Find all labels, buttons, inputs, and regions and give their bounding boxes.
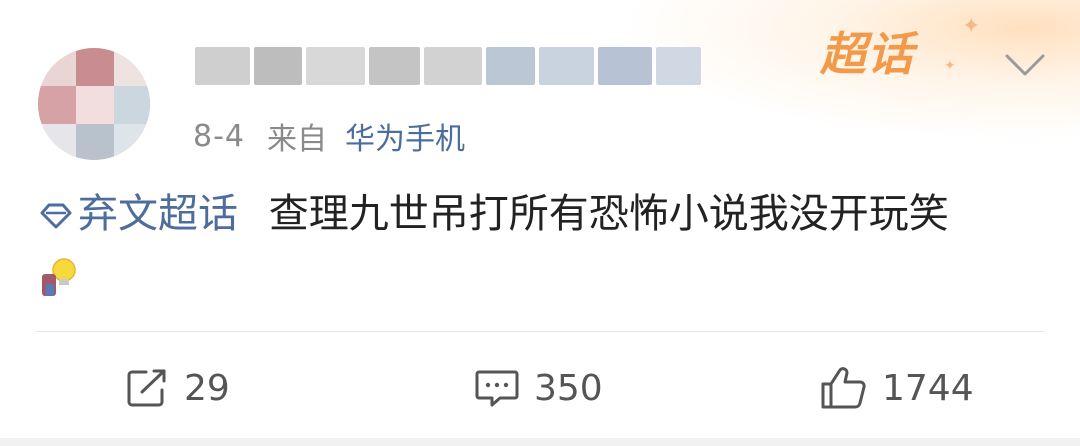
comment-count: 350 xyxy=(534,367,603,409)
topic-diamond-icon xyxy=(40,203,72,229)
divider xyxy=(36,331,1044,332)
super-topic-badge[interactable]: 超话 ✦ ✦ xyxy=(820,14,980,81)
device-link[interactable]: 华为手机 xyxy=(345,114,465,158)
sparkle-icon: ✦ xyxy=(944,58,957,74)
badge-label: 超话 xyxy=(820,27,914,81)
post-meta: 8-4 来自 华为手机 xyxy=(193,114,465,158)
like-button[interactable]: 1744 xyxy=(820,360,974,416)
post-text: 查理九世吊打所有恐怖小说我没开玩笑 xyxy=(268,191,949,237)
like-icon xyxy=(821,367,866,409)
post-date: 8-4 xyxy=(193,118,245,154)
from-label: 来自 xyxy=(267,122,327,157)
repost-count: 29 xyxy=(184,367,230,409)
post-card: 8-4 来自 华为手机 超话 ✦ ✦ 弃文超话 查理九世吊打所有恐怖小说我没开玩… xyxy=(0,0,1080,446)
comment-button[interactable]: 350 xyxy=(474,360,603,416)
comment-icon xyxy=(475,370,519,407)
topic-link[interactable]: 弃文超话 xyxy=(36,191,251,237)
lightbulb-emoji xyxy=(42,258,76,296)
post-content: 弃文超话 查理九世吊打所有恐怖小说我没开玩笑 xyxy=(36,188,1046,240)
chevron-down-icon[interactable] xyxy=(1003,50,1047,80)
like-count: 1744 xyxy=(882,367,974,409)
username-blurred[interactable] xyxy=(195,44,705,88)
repost-icon xyxy=(127,369,166,407)
repost-button[interactable]: 29 xyxy=(126,360,230,416)
bottom-separator xyxy=(0,438,1080,446)
sparkle-icon: ✦ xyxy=(962,14,982,39)
avatar[interactable] xyxy=(38,48,150,160)
topic-label: 弃文超话 xyxy=(78,191,238,237)
